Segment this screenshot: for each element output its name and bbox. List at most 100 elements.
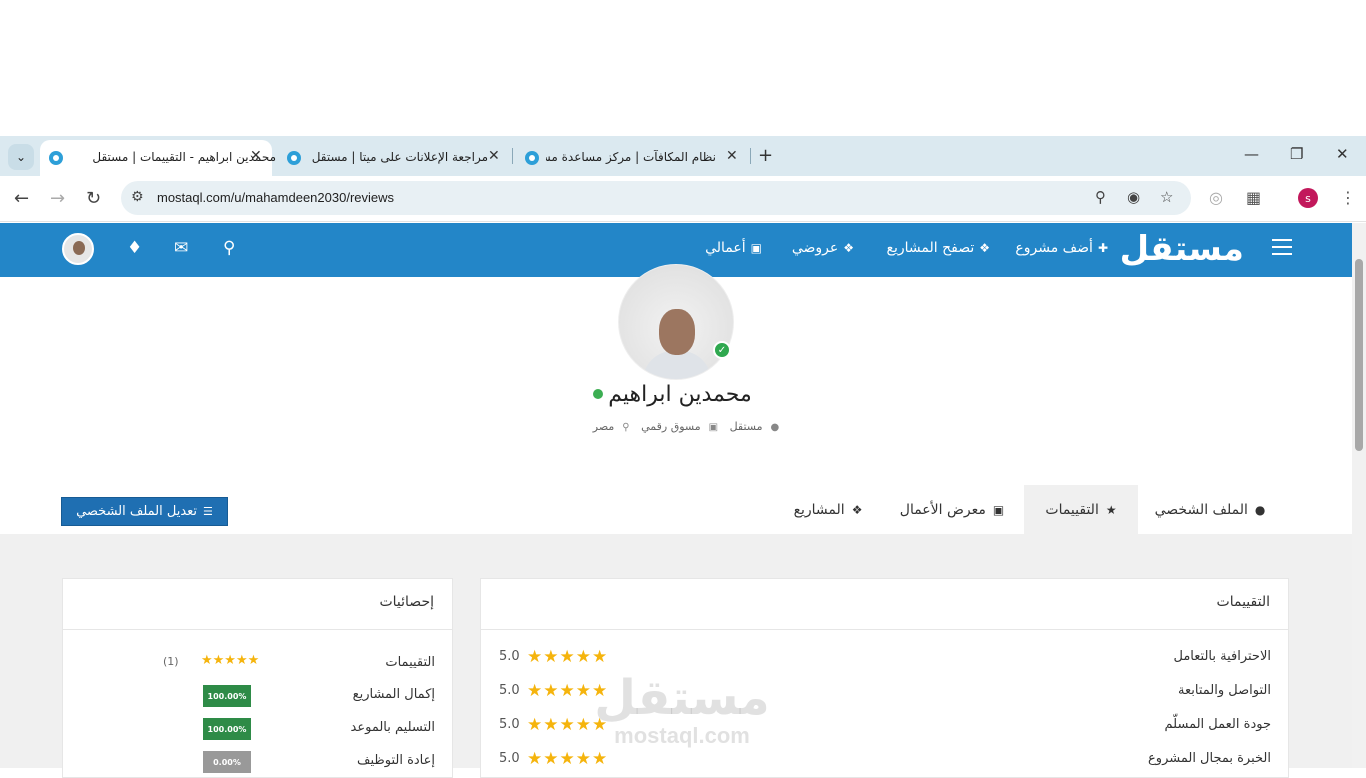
tab-profile[interactable]: ● الملف الشخصي	[1138, 485, 1282, 534]
tab-label: معرض الأعمال	[899, 501, 986, 518]
tab-separator	[750, 148, 751, 164]
favicon-icon	[287, 151, 301, 165]
nav-label: عروضي	[791, 240, 839, 256]
user-avatar[interactable]	[62, 233, 94, 265]
edit-profile-button[interactable]: ☰ تعديل الملف الشخصي	[61, 497, 228, 526]
blank-area	[0, 0, 1366, 136]
profile-name: محمدين ابراهيم	[608, 382, 752, 407]
verified-check-icon: ✓	[713, 341, 731, 359]
reviews-title: التقييمات	[1216, 594, 1270, 610]
plus-icon: ✚	[1097, 241, 1108, 255]
stat-badge: 0.00%	[203, 751, 251, 773]
browser-tab-meta-ads[interactable]: مراجعة الإعلانات على ميتا | مستقل ✕	[278, 140, 510, 176]
search-icon[interactable]: ⚲	[223, 238, 235, 258]
minimize-icon[interactable]: —	[1244, 145, 1259, 163]
tab-label: الملف الشخصي	[1154, 501, 1248, 518]
review-label: الاحترافية بالتعامل	[1173, 649, 1271, 664]
tab-projects[interactable]: ❖ المشاريع	[776, 485, 880, 534]
nav-my-works[interactable]: ▣ أعمالي	[705, 240, 762, 256]
bell-icon[interactable]: ♦	[127, 238, 142, 258]
eye-off-icon[interactable]: ◉	[1127, 188, 1140, 206]
nav-my-bids[interactable]: ❖ عروضي	[792, 240, 854, 256]
stats-title: إحصائيات	[379, 594, 434, 610]
review-label: التواصل والمتابعة	[1178, 683, 1271, 698]
profile-meta: ● مستقل ▣ مسوق رقمي ⚲ مصر	[560, 420, 810, 433]
review-score: 5.0	[499, 683, 520, 698]
close-icon[interactable]: ✕	[250, 148, 262, 164]
stat-row: التسليم بالموعد 100.00%	[81, 718, 435, 742]
browser-toolbar: ← → ↻ ⚙ mostaql.com/u/mahamdeen2030/revi…	[0, 176, 1366, 222]
stat-label: إعادة التوظيف	[357, 753, 435, 768]
nav-add-project[interactable]: ✚ أضف مشروع	[1015, 240, 1108, 256]
meta-role: مستقل	[729, 420, 763, 433]
stat-label: التسليم بالموعد	[350, 720, 435, 735]
profile-avatar[interactable]: s	[1298, 188, 1318, 208]
favicon-icon	[525, 151, 539, 165]
site-logo[interactable]: مستقل	[1120, 229, 1244, 269]
rating-stars-icon: ★★★★★	[201, 653, 260, 668]
tag-icon: ❖	[843, 241, 854, 255]
watermark: مستقل mostaql.com	[592, 672, 772, 756]
star-outline-icon[interactable]: ☆	[1160, 188, 1173, 206]
reload-icon[interactable]: ↻	[86, 188, 101, 209]
globe-icon[interactable]: ◎	[1209, 188, 1223, 207]
user-icon: ●	[1254, 502, 1266, 517]
stat-row: إكمال المشاريع 100.00%	[81, 685, 435, 709]
tab-title: محمدين ابراهيم - التقييمات | مستقل	[92, 150, 276, 164]
tune-icon[interactable]: ⚙	[131, 189, 144, 205]
stat-row-rating: التقييمات ★★★★★ (1)	[81, 653, 435, 677]
zoom-icon[interactable]: ⚲	[1095, 188, 1106, 206]
close-icon[interactable]: ✕	[726, 148, 738, 164]
watermark-latin: mostaql.com	[614, 723, 750, 748]
review-score: 5.0	[499, 649, 520, 664]
review-label: جودة العمل المسلّم	[1164, 717, 1271, 732]
review-score: 5.0	[499, 751, 520, 766]
tab-portfolio[interactable]: ▣ معرض الأعمال	[884, 485, 1020, 534]
star-icon: ★	[1105, 502, 1117, 517]
stats-panel: إحصائيات التقييمات ★★★★★ (1) إكمال المشا…	[62, 578, 453, 778]
scroll-thumb[interactable]	[1355, 259, 1363, 451]
browser-tabstrip: ⌄ محمدين ابراهيم - التقييمات | مستقل ✕ م…	[0, 136, 1366, 176]
forward-arrow-icon[interactable]: →	[50, 188, 65, 209]
close-window-icon[interactable]: ✕	[1336, 145, 1349, 163]
page-scrollbar[interactable]	[1352, 223, 1366, 768]
plus-icon[interactable]: +	[758, 145, 773, 166]
tab-search-button[interactable]: ⌄	[8, 144, 34, 170]
kebab-menu-icon[interactable]: ⋮	[1340, 188, 1356, 207]
puzzle-icon[interactable]: ▦	[1246, 188, 1261, 207]
stat-label: التقييمات	[385, 655, 435, 670]
back-arrow-icon[interactable]: ←	[14, 188, 29, 209]
cubes-icon: ❖	[979, 241, 990, 255]
review-score: 5.0	[499, 717, 520, 732]
browser-tab-rewards[interactable]: نظام المكافآت | مركز مساعدة مستقل ✕	[516, 140, 748, 176]
mail-icon[interactable]: ✉	[174, 238, 188, 258]
nav-label: أضف مشروع	[1015, 240, 1093, 256]
meta-country: مصر	[592, 420, 615, 433]
review-label: الخبرة بمجال المشروع	[1148, 751, 1271, 766]
rating-count: (1)	[163, 655, 179, 668]
browser-tab-reviews[interactable]: محمدين ابراهيم - التقييمات | مستقل ✕	[40, 140, 276, 176]
close-icon[interactable]: ✕	[488, 148, 500, 164]
nav-browse-projects[interactable]: ❖ تصفح المشاريع	[887, 240, 990, 256]
review-row: الاحترافية بالتعامل ★★★★★ 5.0	[499, 647, 1271, 669]
tab-title: نظام المكافآت | مركز مساعدة مستقل	[546, 150, 716, 164]
tab-separator	[512, 148, 513, 164]
cubes-icon: ❖	[851, 502, 863, 517]
sliders-icon: ☰	[203, 505, 213, 518]
tab-reviews[interactable]: ★ التقييمات	[1024, 485, 1138, 534]
tab-label: التقييمات	[1045, 501, 1099, 518]
stat-badge: 100.00%	[203, 685, 251, 707]
hamburger-icon[interactable]	[1272, 239, 1292, 255]
tab-label: المشاريع	[793, 501, 845, 518]
favicon-icon	[49, 151, 63, 165]
nav-label: أعمالي	[705, 240, 746, 256]
briefcase-icon: ▣	[750, 241, 762, 255]
briefcase-icon: ▣	[708, 422, 719, 433]
restore-icon[interactable]: ❐	[1290, 145, 1303, 163]
user-icon: ●	[770, 422, 780, 433]
meta-title: مسوق رقمي	[641, 420, 701, 433]
stat-row: إعادة التوظيف 0.00%	[81, 751, 435, 775]
profile-photo	[618, 264, 734, 380]
address-bar[interactable]: ⚙ mostaql.com/u/mahamdeen2030/reviews ⚲ …	[121, 181, 1191, 215]
url-text[interactable]: mostaql.com/u/mahamdeen2030/reviews	[157, 190, 394, 205]
